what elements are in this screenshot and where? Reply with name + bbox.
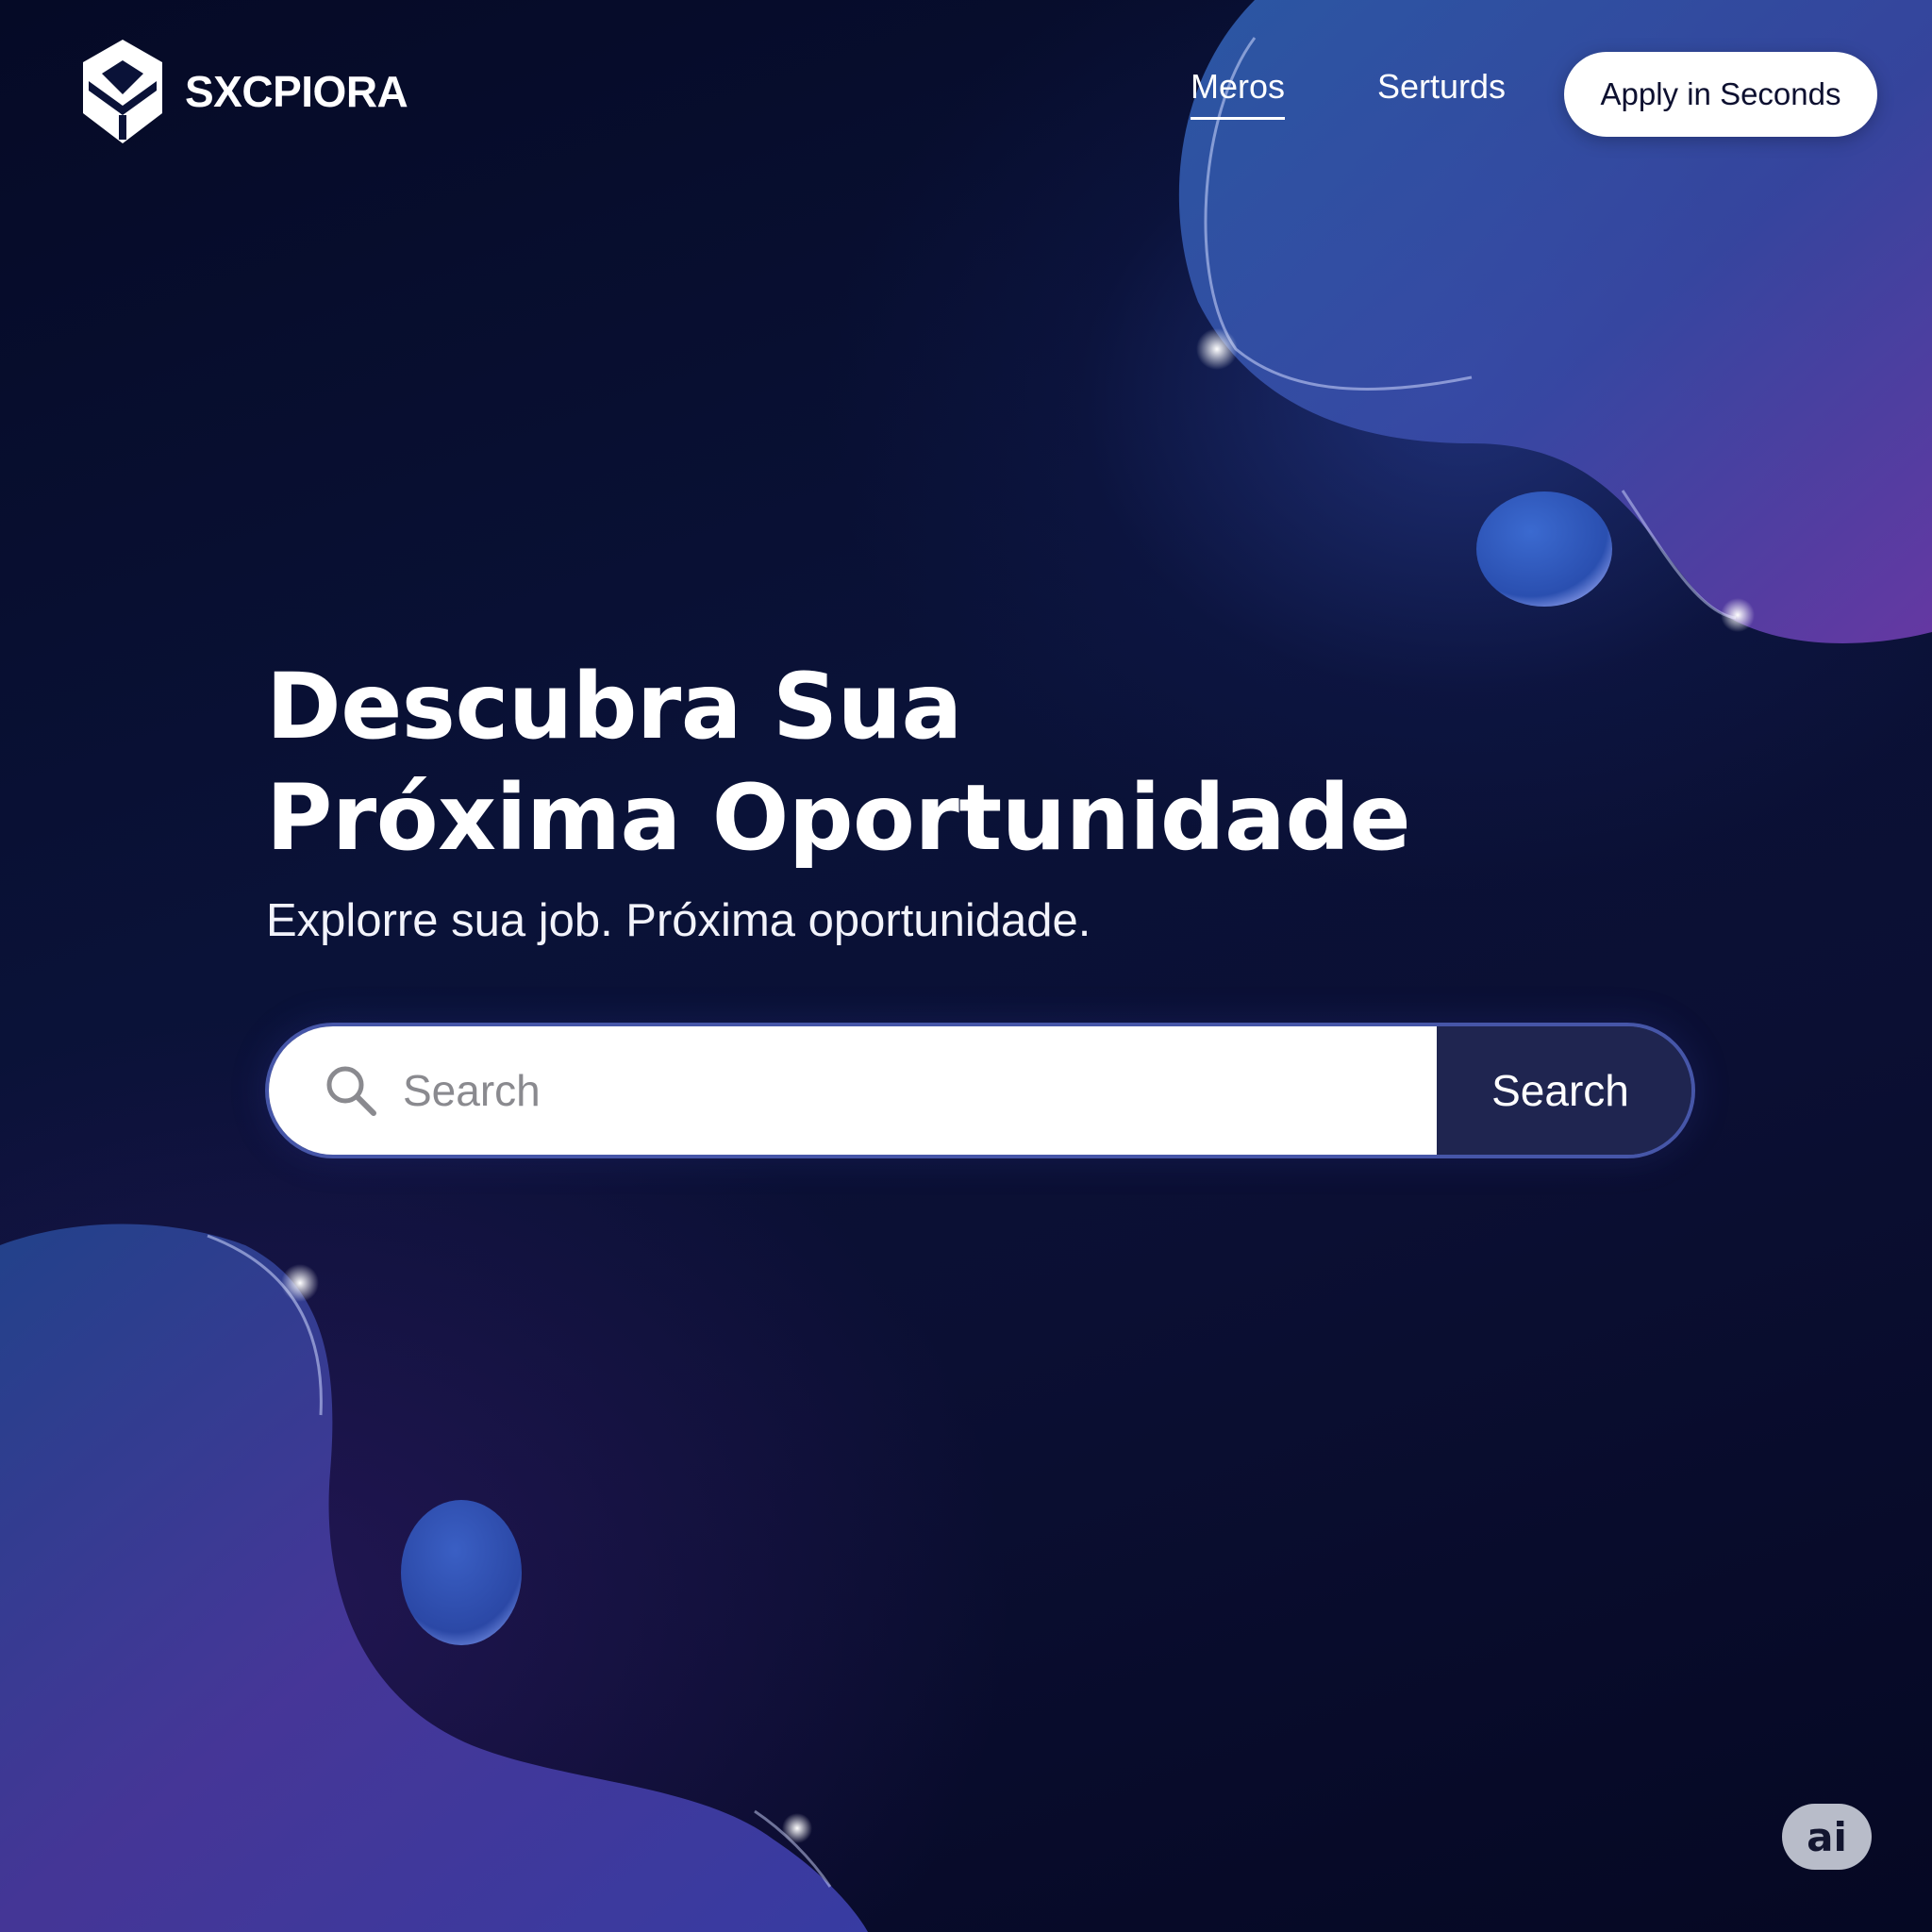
bubble-top-right xyxy=(1476,491,1612,607)
search-icon xyxy=(326,1066,376,1116)
brand-logo[interactable]: SXCPIORA xyxy=(75,36,408,147)
blob-bottom-left xyxy=(0,1224,868,1932)
brand-name: SXCPIORA xyxy=(185,67,408,116)
nav-link-meros[interactable]: Meros xyxy=(1191,70,1286,120)
nav-link-serturds[interactable]: Serturds xyxy=(1377,70,1506,104)
search-bar: Search xyxy=(265,1023,1695,1158)
search-button[interactable]: Search xyxy=(1437,1026,1691,1155)
search-input[interactable] xyxy=(401,1064,1159,1117)
apply-in-seconds-button[interactable]: Apply in Seconds xyxy=(1564,52,1877,137)
hero-title-line-1: Descubra Sua xyxy=(266,654,962,759)
bubble-bottom-left xyxy=(401,1500,522,1645)
hero-title: Descubra Sua Próxima Oportunidade xyxy=(266,651,1411,874)
hexagon-leaf-logo-icon xyxy=(83,40,162,143)
background-blobs xyxy=(0,0,1932,1932)
hero-subtitle: Explorre sua job. Próxima oportunidade. xyxy=(266,895,1091,946)
hero-title-line-2: Próxima Oportunidade xyxy=(266,765,1411,871)
ai-badge[interactable]: ai xyxy=(1782,1804,1872,1870)
search-field[interactable] xyxy=(269,1026,1437,1155)
